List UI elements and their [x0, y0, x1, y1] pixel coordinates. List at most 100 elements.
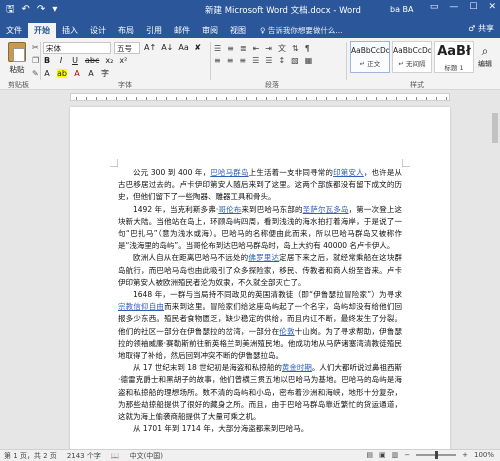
hyperlink[interactable]: 黄金时期 — [282, 363, 312, 372]
ribbon-display-icon[interactable]: ▭ — [430, 2, 439, 12]
justify-icon[interactable]: ☰ — [252, 56, 259, 65]
style-heading-1[interactable]: AaBł 标题 1 — [434, 41, 474, 73]
line-spacing-icon[interactable]: ↕ — [278, 56, 285, 65]
document-paragraph[interactable]: 欧洲人自从在距离巴哈马不远处的佛罗里达定居下来之后，就经常乘船在这块群岛航行，而… — [118, 252, 402, 289]
zoom-level[interactable]: 100% — [474, 451, 494, 459]
hyperlink[interactable]: 圣萨尔瓦多岛 — [303, 205, 349, 214]
editing-button[interactable]: ⌕ 编辑 — [474, 44, 496, 69]
share-button[interactable]: ♂ 共享 — [468, 23, 494, 34]
multilevel-icon[interactable]: ≣ — [240, 44, 247, 53]
zoom-out-icon[interactable]: − — [404, 451, 410, 459]
undo-icon[interactable]: ↶ — [22, 5, 30, 15]
zoom-in-icon[interactable]: + — [462, 451, 468, 459]
superscript-icon[interactable]: x² — [119, 56, 127, 65]
copy-icon[interactable]: ❐ — [32, 56, 39, 65]
distributed-icon[interactable]: ☰ — [265, 56, 272, 65]
style-no-spacing[interactable]: AaBbCcDd ↵ 无间隔 — [392, 41, 432, 73]
bold-icon[interactable]: B — [43, 56, 51, 65]
show-marks-icon[interactable]: ¶ — [305, 44, 310, 53]
cut-icon[interactable]: ✂ — [32, 43, 39, 52]
document-paragraph[interactable]: 从 17 世纪末到 18 世纪初是海盗和私掠船的黄金时期。人们大都听说过鼻祖西斯… — [118, 362, 402, 423]
web-layout-icon[interactable]: ▥ — [392, 451, 399, 459]
hyperlink[interactable]: 巴哈马群岛 — [210, 168, 248, 177]
strikethrough-icon[interactable]: abc — [85, 56, 99, 65]
decrease-indent-icon[interactable]: ⇤ — [253, 44, 260, 53]
paragraph-align-row: ≡ ≡ ≡ ☰ ☰ ↕ ▧ ▦ — [214, 56, 312, 65]
hyperlink[interactable]: 哥伦布 — [218, 205, 241, 214]
sort-icon[interactable]: ⇅ — [292, 44, 299, 53]
enclose-char-icon[interactable]: 字 — [101, 68, 109, 79]
zoom-slider[interactable] — [416, 451, 457, 459]
redo-icon[interactable]: ↷ — [37, 5, 45, 15]
proofing-icon[interactable]: 📖 — [111, 452, 120, 460]
ruler-tick — [226, 97, 227, 100]
underline-icon[interactable]: U — [71, 56, 79, 65]
document-page[interactable]: 公元 300 到 400 年，巴哈马群岛上生活着一支非同寻常的印第安人，也许是从… — [70, 107, 450, 453]
paste-icon — [8, 42, 26, 62]
increase-indent-icon[interactable]: ⇥ — [265, 44, 272, 53]
read-mode-icon[interactable]: ▤ — [366, 451, 373, 459]
zoom-slider-thumb[interactable] — [435, 451, 439, 459]
shading-icon[interactable]: ▧ — [291, 56, 299, 65]
italic-icon[interactable]: I — [57, 56, 65, 65]
language-indicator[interactable]: 中文(中国) — [130, 451, 163, 461]
customize-icon[interactable]: ▾ — [52, 5, 57, 15]
document-paragraph[interactable]: 公元 300 到 400 年，巴哈马群岛上生活着一支非同寻常的印第安人，也许是从… — [118, 167, 402, 204]
tab-design[interactable]: 设计 — [84, 23, 112, 38]
text-effects-icon[interactable]: A — [43, 69, 51, 78]
tab-file[interactable]: 文件 — [0, 23, 28, 38]
maximize-icon[interactable]: ☐ — [469, 2, 477, 12]
tab-layout[interactable]: 布局 — [112, 23, 140, 38]
clear-format-icon[interactable]: ✘ — [194, 43, 202, 52]
tab-insert[interactable]: 插入 — [56, 23, 84, 38]
font-size-select[interactable]: 五号 — [114, 42, 140, 54]
minimize-icon[interactable]: — — [449, 2, 458, 12]
tab-home[interactable]: 开始 — [28, 23, 56, 38]
hyperlink[interactable]: 印第安人 — [333, 168, 364, 177]
print-layout-icon[interactable]: ▣ — [379, 451, 386, 459]
numbering-icon[interactable]: ≡ — [227, 44, 234, 53]
align-right-icon[interactable]: ≡ — [239, 56, 246, 65]
paste-label: 粘贴 — [9, 65, 25, 74]
hyperlink[interactable]: 伦敦 — [279, 327, 294, 336]
vertical-scrollbar[interactable] — [490, 103, 500, 449]
format-painter-icon[interactable]: ✎ — [32, 69, 39, 78]
subscript-icon[interactable]: x₂ — [105, 56, 113, 65]
shrink-font-icon[interactable]: A↓ — [161, 43, 173, 52]
tab-mailings[interactable]: 邮件 — [168, 23, 196, 38]
ruler-tick — [396, 97, 397, 100]
tab-references[interactable]: 引用 — [140, 23, 168, 38]
paste-button[interactable]: 粘贴 — [6, 42, 28, 75]
ruler-tick — [206, 97, 207, 100]
highlight-icon[interactable]: ab — [57, 69, 67, 78]
tell-me-search[interactable]: ♀ 告诉我你想要做什么... — [260, 23, 343, 38]
document-paragraph[interactable]: 1648 年，一群与当局持不同政见的英国清教徒（即“伊鲁瑟拉冒险家”）为寻求宗教… — [118, 289, 402, 362]
close-icon[interactable]: ✕ — [488, 2, 496, 12]
chinese-layout-icon[interactable]: 文 — [278, 43, 286, 54]
font-name-select[interactable]: 宋体 — [43, 42, 111, 54]
page-count[interactable]: 第 1 页，共 2 页 — [4, 451, 57, 461]
word-count[interactable]: 2143 个字 — [67, 451, 101, 461]
align-center-icon[interactable]: ≡ — [227, 56, 234, 65]
tab-view[interactable]: 视图 — [224, 23, 252, 38]
align-left-icon[interactable]: ≡ — [214, 56, 221, 65]
borders-icon[interactable]: ▦ — [305, 56, 313, 65]
scrollbar-thumb[interactable] — [492, 113, 498, 143]
document-paragraph[interactable]: 1492 年，当克利斯多弗·哥伦布来到巴哈马东部的圣萨尔瓦多岛，第一次登上这块新… — [118, 204, 402, 253]
hyperlink[interactable]: 宗教信仰自由 — [118, 302, 164, 311]
font-color-icon[interactable]: A — [73, 69, 81, 78]
ruler-bar[interactable] — [70, 93, 450, 101]
grow-font-icon[interactable]: A↑ — [144, 43, 156, 52]
char-shading-icon[interactable]: A — [87, 69, 95, 78]
document-body[interactable]: 公元 300 到 400 年，巴哈马群岛上生活着一支非同寻常的印第安人，也许是从… — [118, 167, 402, 435]
change-case-icon[interactable]: Aa — [178, 43, 188, 52]
tab-review[interactable]: 审阅 — [196, 23, 224, 38]
ruler-tick — [246, 97, 247, 100]
paragraph-text: 从 17 世纪末到 18 世纪初是海盗和私掠船的 — [133, 363, 282, 373]
bullets-icon[interactable]: ☰ — [214, 44, 221, 53]
hyperlink[interactable]: 佛罗里达 — [248, 253, 279, 262]
user-name[interactable]: ba BA — [390, 5, 413, 14]
style-normal[interactable]: AaBbCcDd ↵ 正文 — [350, 41, 390, 73]
save-icon[interactable]: 🖫 — [6, 5, 15, 15]
document-paragraph[interactable]: 从 1701 年到 1714 年，大部分海盗都来到巴哈马。 — [118, 423, 402, 435]
